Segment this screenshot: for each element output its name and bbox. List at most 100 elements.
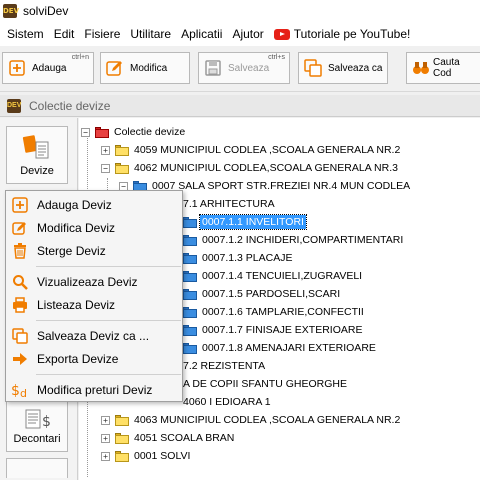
tree-item-label: 4060 I EDIOARA 1 <box>183 396 271 408</box>
tree-item[interactable]: 0007.1.5 PARDOSELI,SCARI <box>183 285 340 303</box>
collapse-icon[interactable]: − <box>81 127 90 137</box>
add-label: Adauga <box>32 62 67 74</box>
tree-item-selected[interactable]: 0007.1.1 INVELITORI <box>183 213 307 231</box>
save-icon <box>204 59 222 77</box>
folder-blue-icon <box>183 216 197 228</box>
expand-icon[interactable]: + <box>101 451 110 461</box>
save-as-icon <box>11 327 29 345</box>
tree-item[interactable]: 0007.1.6 TAMPLARIE,CONFECTII <box>183 303 364 321</box>
price-icon: $ d <box>11 381 29 399</box>
tree-item[interactable]: 0007.1.4 TENCUIELI,ZUGRAVELI <box>183 267 362 285</box>
decontari-icon: $ <box>22 408 52 433</box>
folder-blue-icon <box>183 288 197 300</box>
sidebar-next-button[interactable] <box>6 458 68 478</box>
menu-separator <box>36 374 181 375</box>
menu-item-label: Sterge Deviz <box>37 244 106 258</box>
title-bar: DEV solviDev <box>0 0 480 22</box>
tree-item-label: 4059 MUNICIPIUL CODLEA ,SCOALA GENERALA … <box>134 144 401 156</box>
save-as-icon <box>304 59 322 77</box>
menu-ajutor[interactable]: Ajutor <box>227 27 268 41</box>
binoculars-icon <box>412 59 430 77</box>
expand-icon[interactable]: + <box>101 145 110 155</box>
folder-blue-icon <box>183 252 197 264</box>
tree-item[interactable]: 7.1 ARHITECTURA <box>183 195 275 213</box>
tree-root-label: Colectie devize <box>114 126 186 138</box>
menu-item-add-deviz[interactable]: Adauga Deviz <box>8 194 180 216</box>
menu-item-save-deviz-as[interactable]: Salveaza Deviz ca ... <box>8 325 180 347</box>
menu-item-print-deviz[interactable]: Listeaza Deviz <box>8 294 180 316</box>
expand-icon[interactable]: + <box>101 415 110 425</box>
tree-root[interactable]: − Colectie devize <box>81 123 185 141</box>
tree-item-label: 4063 MUNICIPIUL CODLEA ,SCOALA GENERALA … <box>134 414 401 426</box>
tree-item-label: 0007 SALA SPORT STR.FREZIEI NR.4 MUN COD… <box>152 180 411 192</box>
menu-sistem[interactable]: Sistem <box>2 27 49 41</box>
menu-aplicatii[interactable]: Aplicatii <box>176 27 227 41</box>
tree-item[interactable]: 0007.1.3 PLACAJE <box>183 249 292 267</box>
tree-item-label: 0007.1.6 TAMPLARIE,CONFECTII <box>202 306 364 318</box>
window-title: solviDev <box>23 4 69 18</box>
menu-item-label: Adauga Deviz <box>37 198 112 212</box>
save-as-label: Salveaza ca <box>328 62 383 74</box>
search-code-label: Cauta Cod <box>433 57 460 79</box>
menu-item-label: Listeaza Deviz <box>37 298 116 312</box>
edit-button[interactable]: Modifica <box>100 52 190 84</box>
search-code-button[interactable]: Cauta Cod <box>406 52 480 84</box>
sidebar-decontari-button[interactable]: $ Decontari <box>6 398 68 452</box>
tree-item-label: 4051 SCOALA BRAN <box>134 432 235 444</box>
tree-item-label: 0007.1.7 FINISAJE EXTERIOARE <box>202 324 363 336</box>
save-as-button[interactable]: Salveaza ca <box>298 52 388 84</box>
menu-item-label: Modifica preturi Deviz <box>37 383 153 397</box>
menu-fisiere[interactable]: Fisiere <box>79 27 125 41</box>
tree-item-label: 0007.1.3 PLACAJE <box>202 252 293 264</box>
tree-item[interactable]: 7.2 REZISTENTA <box>183 357 265 375</box>
folder-blue-icon <box>183 324 197 336</box>
toolbar: Adauga ctrl+n Modifica Salveaza ctrl+s S… <box>0 46 480 92</box>
folder-blue-icon <box>183 234 197 246</box>
tree-item[interactable]: 0007.1.8 AMENAJARI EXTERIOARE <box>183 339 376 357</box>
add-icon <box>8 59 26 77</box>
tree-item[interactable]: 0007.1.7 FINISAJE EXTERIOARE <box>183 321 362 339</box>
tree-item[interactable]: A DE COPII SFANTU GHEORGHE <box>183 375 347 393</box>
folder-icon <box>115 414 129 426</box>
tree-item-label: 0007.1.8 AMENAJARI EXTERIOARE <box>202 342 376 354</box>
sidebar-devize-button[interactable]: Devize <box>6 126 68 184</box>
sidebar-decontari-label: Decontari <box>13 433 61 445</box>
tree-item-label: 0007.1.2 INCHIDERI,COMPARTIMENTARI <box>202 234 404 246</box>
context-menu: Adauga Deviz Modifica Deviz Sterge Deviz… <box>5 190 183 402</box>
youtube-label: Tutoriale pe YouTube! <box>293 27 411 41</box>
add-button[interactable]: Adauga ctrl+n <box>2 52 94 84</box>
collapse-icon[interactable]: − <box>101 163 110 173</box>
menu-item-delete-deviz[interactable]: Sterge Deviz <box>8 240 180 262</box>
svg-text:$: $ <box>42 414 51 430</box>
menu-separator <box>36 320 181 321</box>
folder-icon <box>115 144 129 156</box>
add-shortcut: ctrl+n <box>71 54 89 61</box>
menu-edit[interactable]: Edit <box>49 27 80 41</box>
menu-utilitare[interactable]: Utilitare <box>125 27 176 41</box>
tree-item[interactable]: + 0001 SOLVI <box>101 447 190 465</box>
menu-youtube-tutorials[interactable]: Tutoriale pe YouTube! <box>269 27 416 41</box>
svg-text:d: d <box>20 387 27 398</box>
menu-item-edit-deviz[interactable]: Modifica Deviz <box>8 217 180 239</box>
edit-label: Modifica <box>130 62 168 74</box>
tree-item[interactable]: + 4051 SCOALA BRAN <box>101 429 234 447</box>
tree-item[interactable]: + 4059 MUNICIPIUL CODLEA ,SCOALA GENERAL… <box>101 141 400 159</box>
folder-icon <box>115 432 129 444</box>
tree-item[interactable]: 0007.1.2 INCHIDERI,COMPARTIMENTARI <box>183 231 403 249</box>
menu-item-modify-prices[interactable]: $ d Modifica preturi Deviz <box>8 379 180 401</box>
menu-bar: Sistem Edit Fisiere Utilitare Aplicatii … <box>0 22 480 46</box>
tree-item[interactable]: − 4062 MUNICIPIUL CODLEA,SCOALA GENERALA… <box>101 159 398 177</box>
tree-item-label: 0001 SOLVI <box>134 450 191 462</box>
tree-item[interactable]: 4060 I EDIOARA 1 <box>183 393 271 411</box>
menu-item-view-deviz[interactable]: Vizualizeaza Deviz <box>8 271 180 293</box>
panel-title: Colectie devize <box>29 98 111 113</box>
menu-item-label: Modifica Deviz <box>37 221 116 235</box>
printer-icon <box>11 296 29 314</box>
menu-item-export-devize[interactable]: Exporta Devize <box>8 348 180 370</box>
tree-item-label: 7.1 ARHITECTURA <box>183 198 275 210</box>
save-button[interactable]: Salveaza ctrl+s <box>198 52 290 84</box>
youtube-icon <box>273 28 290 40</box>
expand-icon[interactable]: + <box>101 433 110 443</box>
tree-item[interactable]: + 4063 MUNICIPIUL CODLEA ,SCOALA GENERAL… <box>101 411 400 429</box>
folder-icon <box>115 450 129 462</box>
